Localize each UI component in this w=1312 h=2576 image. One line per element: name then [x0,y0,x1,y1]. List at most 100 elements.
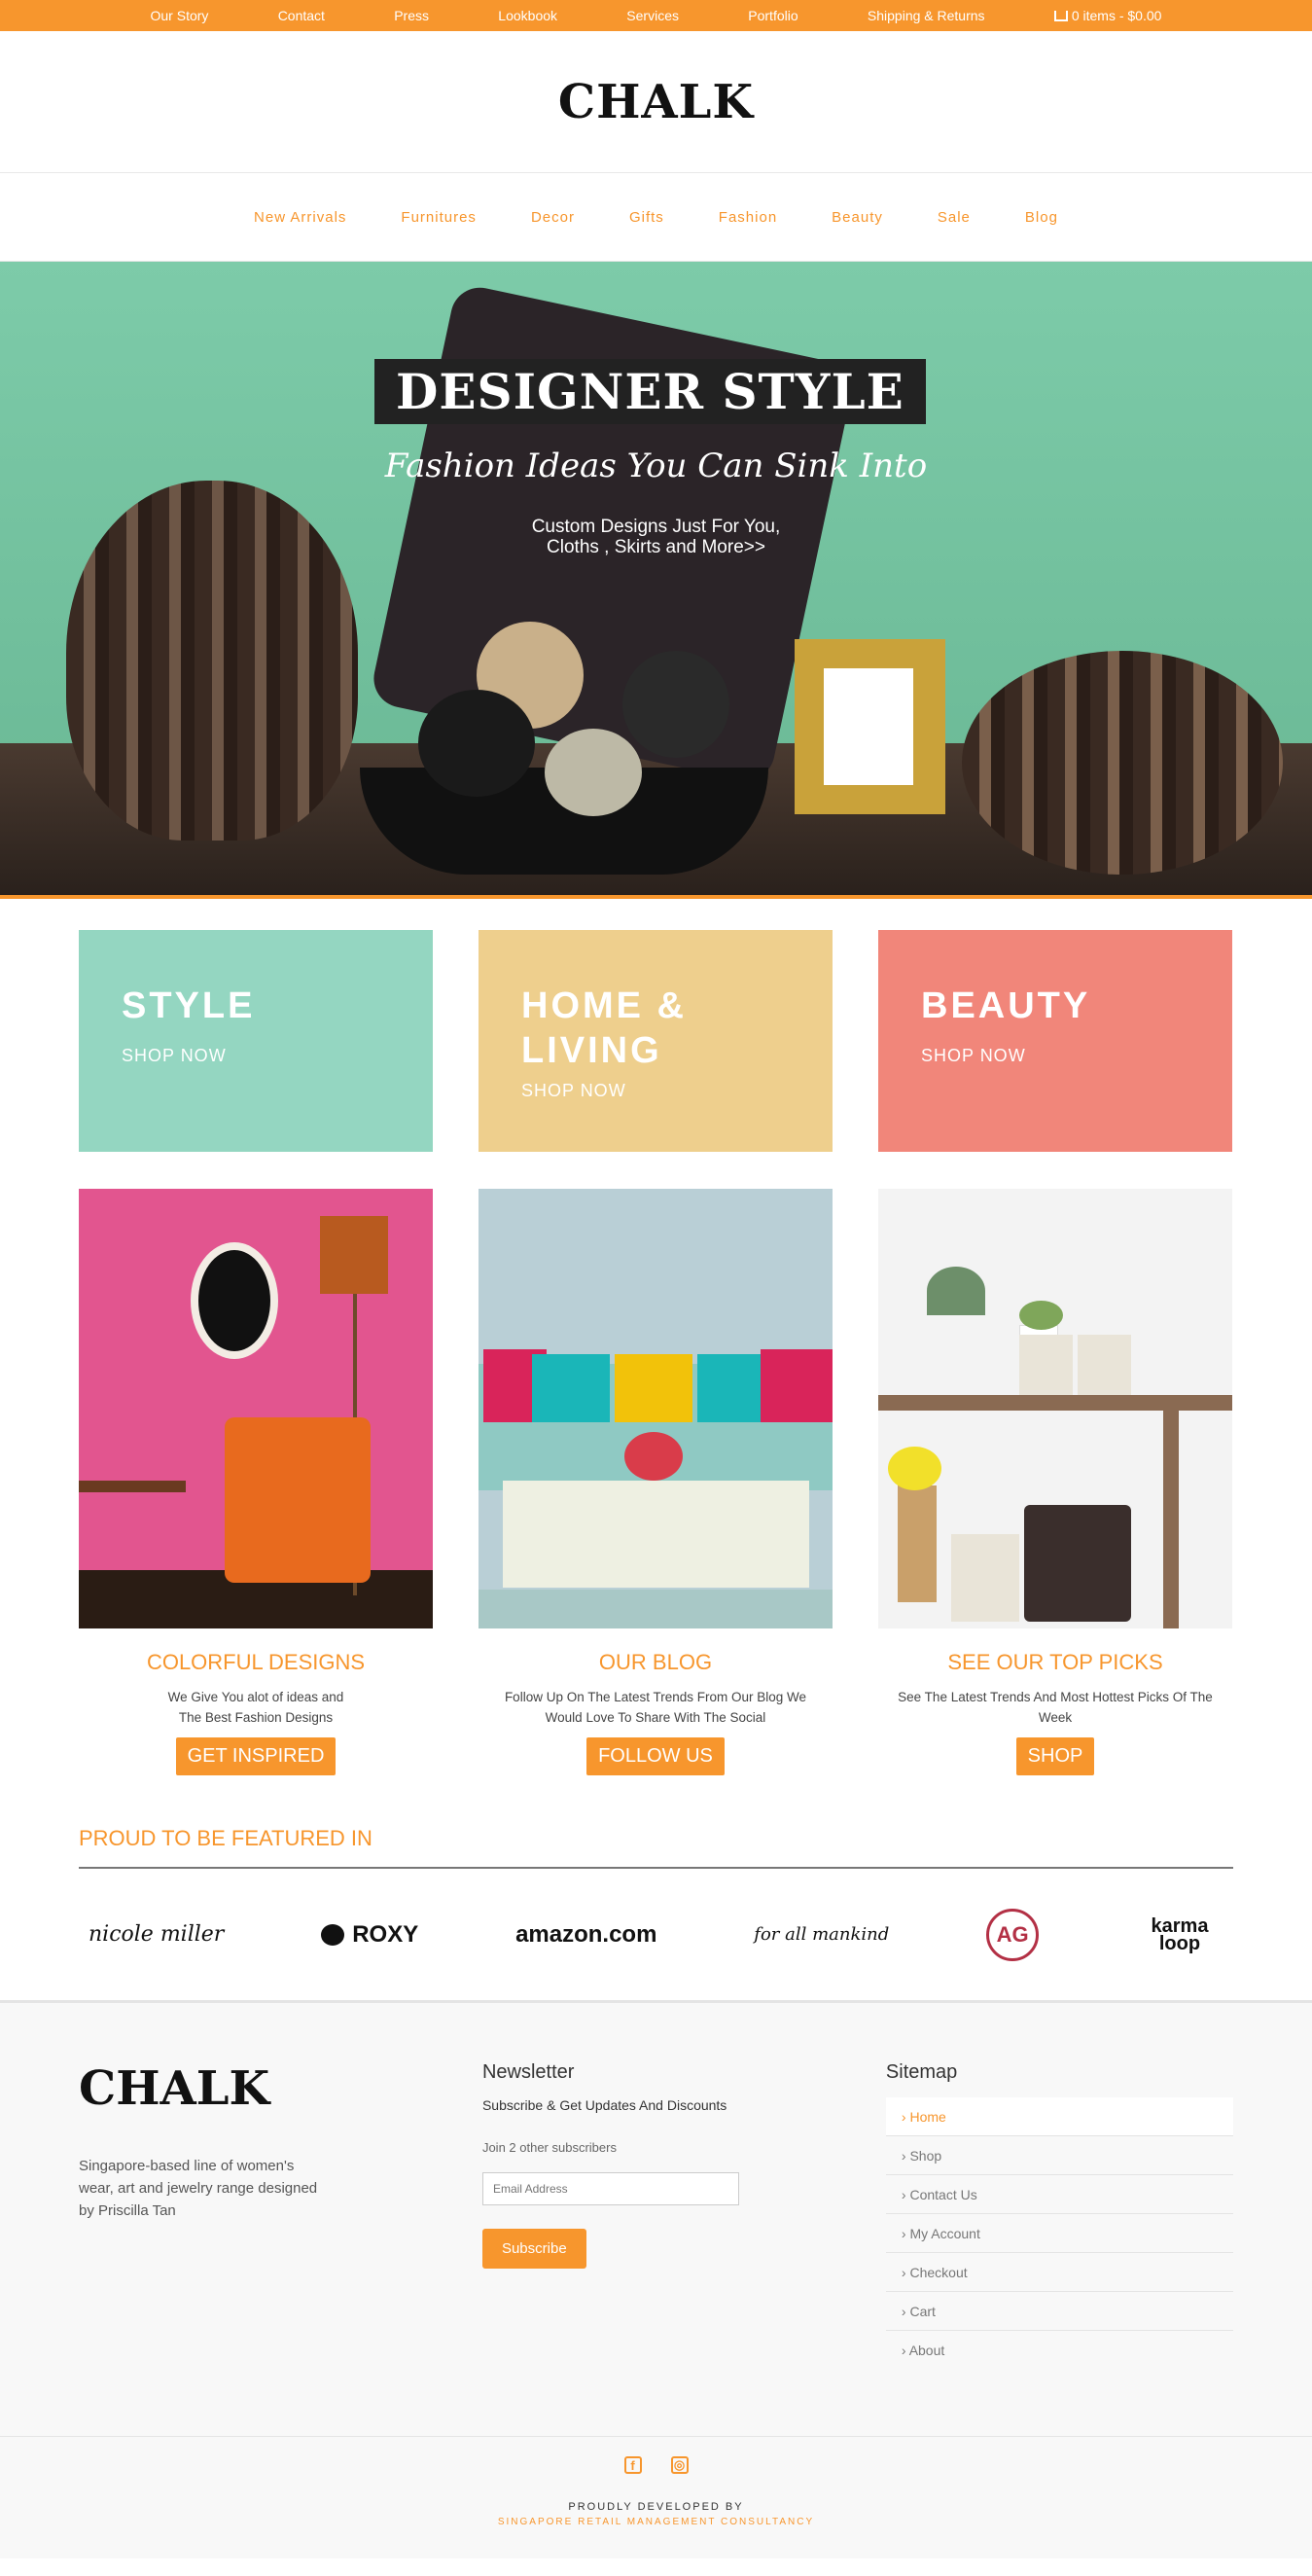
sitemap-item-checkout[interactable]: › Checkout [885,2253,1233,2292]
newsletter-subheading: Subscribe & Get Updates And Discounts [481,2097,727,2113]
brand-logos: nicole miller ROXY amazon.com for all ma… [79,1869,1233,2000]
hero-photo-frame-image [795,639,945,814]
footer-logo[interactable]: CHALK [79,2061,482,2116]
tile-title: HOME & LIVING [521,985,687,1071]
tile-style[interactable]: STYLE SHOP NOW [79,930,433,1152]
top-bar: Our Story Contact Press Lookbook Service… [0,0,1312,31]
sitemap-label: Checkout [909,2265,968,2280]
hero-title: DESIGNER STYLE [374,359,926,424]
shop-button[interactable]: SHOP [1015,1737,1095,1775]
follow-us-button[interactable]: FOLLOW US [586,1737,725,1775]
site-header: CHALK [0,31,1312,173]
top-link-services[interactable]: Services [626,8,679,23]
brand-logo-ag[interactable]: AG [986,1908,1040,1961]
top-link-contact[interactable]: Contact [278,8,325,23]
hero-vase-right-image [962,651,1283,875]
nav-item-sale[interactable]: Sale [938,209,971,226]
sitemap-label: Shop [909,2148,942,2164]
top-link-portfolio[interactable]: Portfolio [748,8,798,23]
brand-name: AG [996,1921,1029,1947]
tile-title: BEAUTY [921,985,1091,1026]
card-text: See The Latest Trends And Most Hottest P… [898,1690,1213,1725]
hero-ball-image [545,729,642,816]
feature-cards: COLORFUL DESIGNS We Give You alot of ide… [0,1152,1312,1775]
footer-description: Singapore-based line of women's wear, ar… [79,2158,318,2219]
cart-icon [1053,10,1068,21]
card-image-shelf[interactable] [878,1189,1232,1628]
sitemap-item-contact-us[interactable]: › Contact Us [885,2175,1233,2214]
footer-about: CHALK Singapore-based line of women's we… [79,2061,482,2436]
roxy-heart-icon [321,1923,345,1946]
cart-summary: 0 items - $0.00 [1071,8,1162,23]
featured-heading: PROUD TO BE FEATURED IN [79,1826,1233,1869]
top-link-our-story[interactable]: Our Story [151,8,209,23]
card-title: SEE OUR TOP PICKS [947,1650,1163,1674]
sitemap-label: Home [909,2109,946,2125]
card-title: OUR BLOG [598,1650,713,1674]
card-text: We Give You alot of ideas and The Best F… [167,1690,344,1725]
nav-item-beauty[interactable]: Beauty [832,209,883,226]
nav-item-new-arrivals[interactable]: New Arrivals [254,209,346,226]
tile-cta: SHOP NOW [122,1046,227,1065]
hero-ball-image [622,651,729,758]
nav-item-decor[interactable]: Decor [531,209,575,226]
nav-item-gifts[interactable]: Gifts [629,209,664,226]
card-image-sofa[interactable] [479,1189,833,1628]
card-image-pink-room[interactable] [79,1189,433,1628]
newsletter-join-count: Join 2 other subscribers [481,2140,617,2155]
nav-item-blog[interactable]: Blog [1025,209,1058,226]
footer-newsletter: Newsletter Subscribe & Get Updates And D… [481,2061,886,2436]
hero-description[interactable]: Custom Designs Just For You, Cloths , Sk… [0,517,1312,557]
nav-item-furnitures[interactable]: Furnitures [401,209,477,226]
sitemap-item-cart[interactable]: › Cart [885,2292,1233,2331]
sitemap-label: Contact Us [909,2187,977,2202]
instagram-icon[interactable]: ◎ [670,2456,689,2474]
cart-link[interactable]: 0 items - $0.00 [1053,8,1162,23]
nav-item-fashion[interactable]: Fashion [719,209,777,226]
footer-sitemap: Sitemap › Home › Shop › Contact Us › My … [885,2061,1233,2436]
sitemap-label: About [908,2343,945,2358]
brand-logo-nicole-miller[interactable]: nicole miller [89,1922,224,1947]
brand-logo-karmaloop[interactable]: karma loop [1136,1916,1223,1953]
top-link-shipping[interactable]: Shipping & Returns [868,8,985,23]
tile-home-living[interactable]: HOME & LIVING SHOP NOW [479,930,833,1152]
footer-bottom: f ◎ PROUDLY DEVELOPED BY SINGAPORE RETAI… [0,2436,1312,2558]
card-text: Follow Up On The Latest Trends From Our … [504,1690,807,1725]
brand-logo-amazon[interactable]: amazon.com [515,1921,656,1949]
sitemap-label: My Account [909,2226,980,2241]
top-link-press[interactable]: Press [394,8,429,23]
top-link-lookbook[interactable]: Lookbook [498,8,557,23]
developed-by-label: PROUDLY DEVELOPED BY [568,2501,744,2513]
developer-link[interactable]: SINGAPORE RETAIL MANAGEMENT CONSULTANCY [0,2517,1312,2527]
card-title: COLORFUL DESIGNS [146,1650,366,1674]
hero-subtitle: Fashion Ideas You Can Sink Into [384,447,928,485]
facebook-icon[interactable]: f [623,2456,642,2474]
category-tiles: STYLE SHOP NOW HOME & LIVING SHOP NOW BE… [0,899,1312,1152]
site-footer: CHALK Singapore-based line of women's we… [0,2000,1312,2436]
card-our-blog: OUR BLOG Follow Up On The Latest Trends … [479,1189,833,1775]
sitemap-heading: Sitemap [885,2061,958,2083]
sitemap-label: Cart [909,2304,936,2319]
tile-title: STYLE [122,985,256,1026]
card-colorful-designs: COLORFUL DESIGNS We Give You alot of ide… [79,1189,433,1775]
hero-ball-image [418,690,535,797]
sitemap-item-shop[interactable]: › Shop [885,2136,1233,2175]
tile-cta: SHOP NOW [521,1081,626,1100]
brand-logo-for-all-mankind[interactable]: for all mankind [754,1924,889,1945]
tile-beauty[interactable]: BEAUTY SHOP NOW [878,930,1232,1152]
main-nav: New Arrivals Furnitures Decor Gifts Fash… [0,173,1312,262]
email-field[interactable] [481,2172,739,2205]
card-top-picks: SEE OUR TOP PICKS See The Latest Trends … [878,1189,1232,1775]
tile-cta: SHOP NOW [921,1046,1026,1065]
get-inspired-button[interactable]: GET INSPIRED [175,1737,337,1775]
hero-banner[interactable]: DESIGNER STYLE Fashion Ideas You Can Sin… [0,262,1312,899]
brand-name: ROXY [352,1920,419,1948]
sitemap-item-about[interactable]: › About [885,2331,1233,2370]
site-logo[interactable]: CHALK [558,75,754,129]
featured-in-section: PROUD TO BE FEATURED IN nicole miller RO… [0,1775,1312,2000]
sitemap-item-home[interactable]: › Home [885,2097,1233,2136]
social-links: f ◎ [0,2456,1312,2474]
brand-logo-roxy[interactable]: ROXY [321,1921,418,1949]
subscribe-button[interactable]: Subscribe [481,2229,586,2269]
sitemap-item-my-account[interactable]: › My Account [885,2214,1233,2253]
